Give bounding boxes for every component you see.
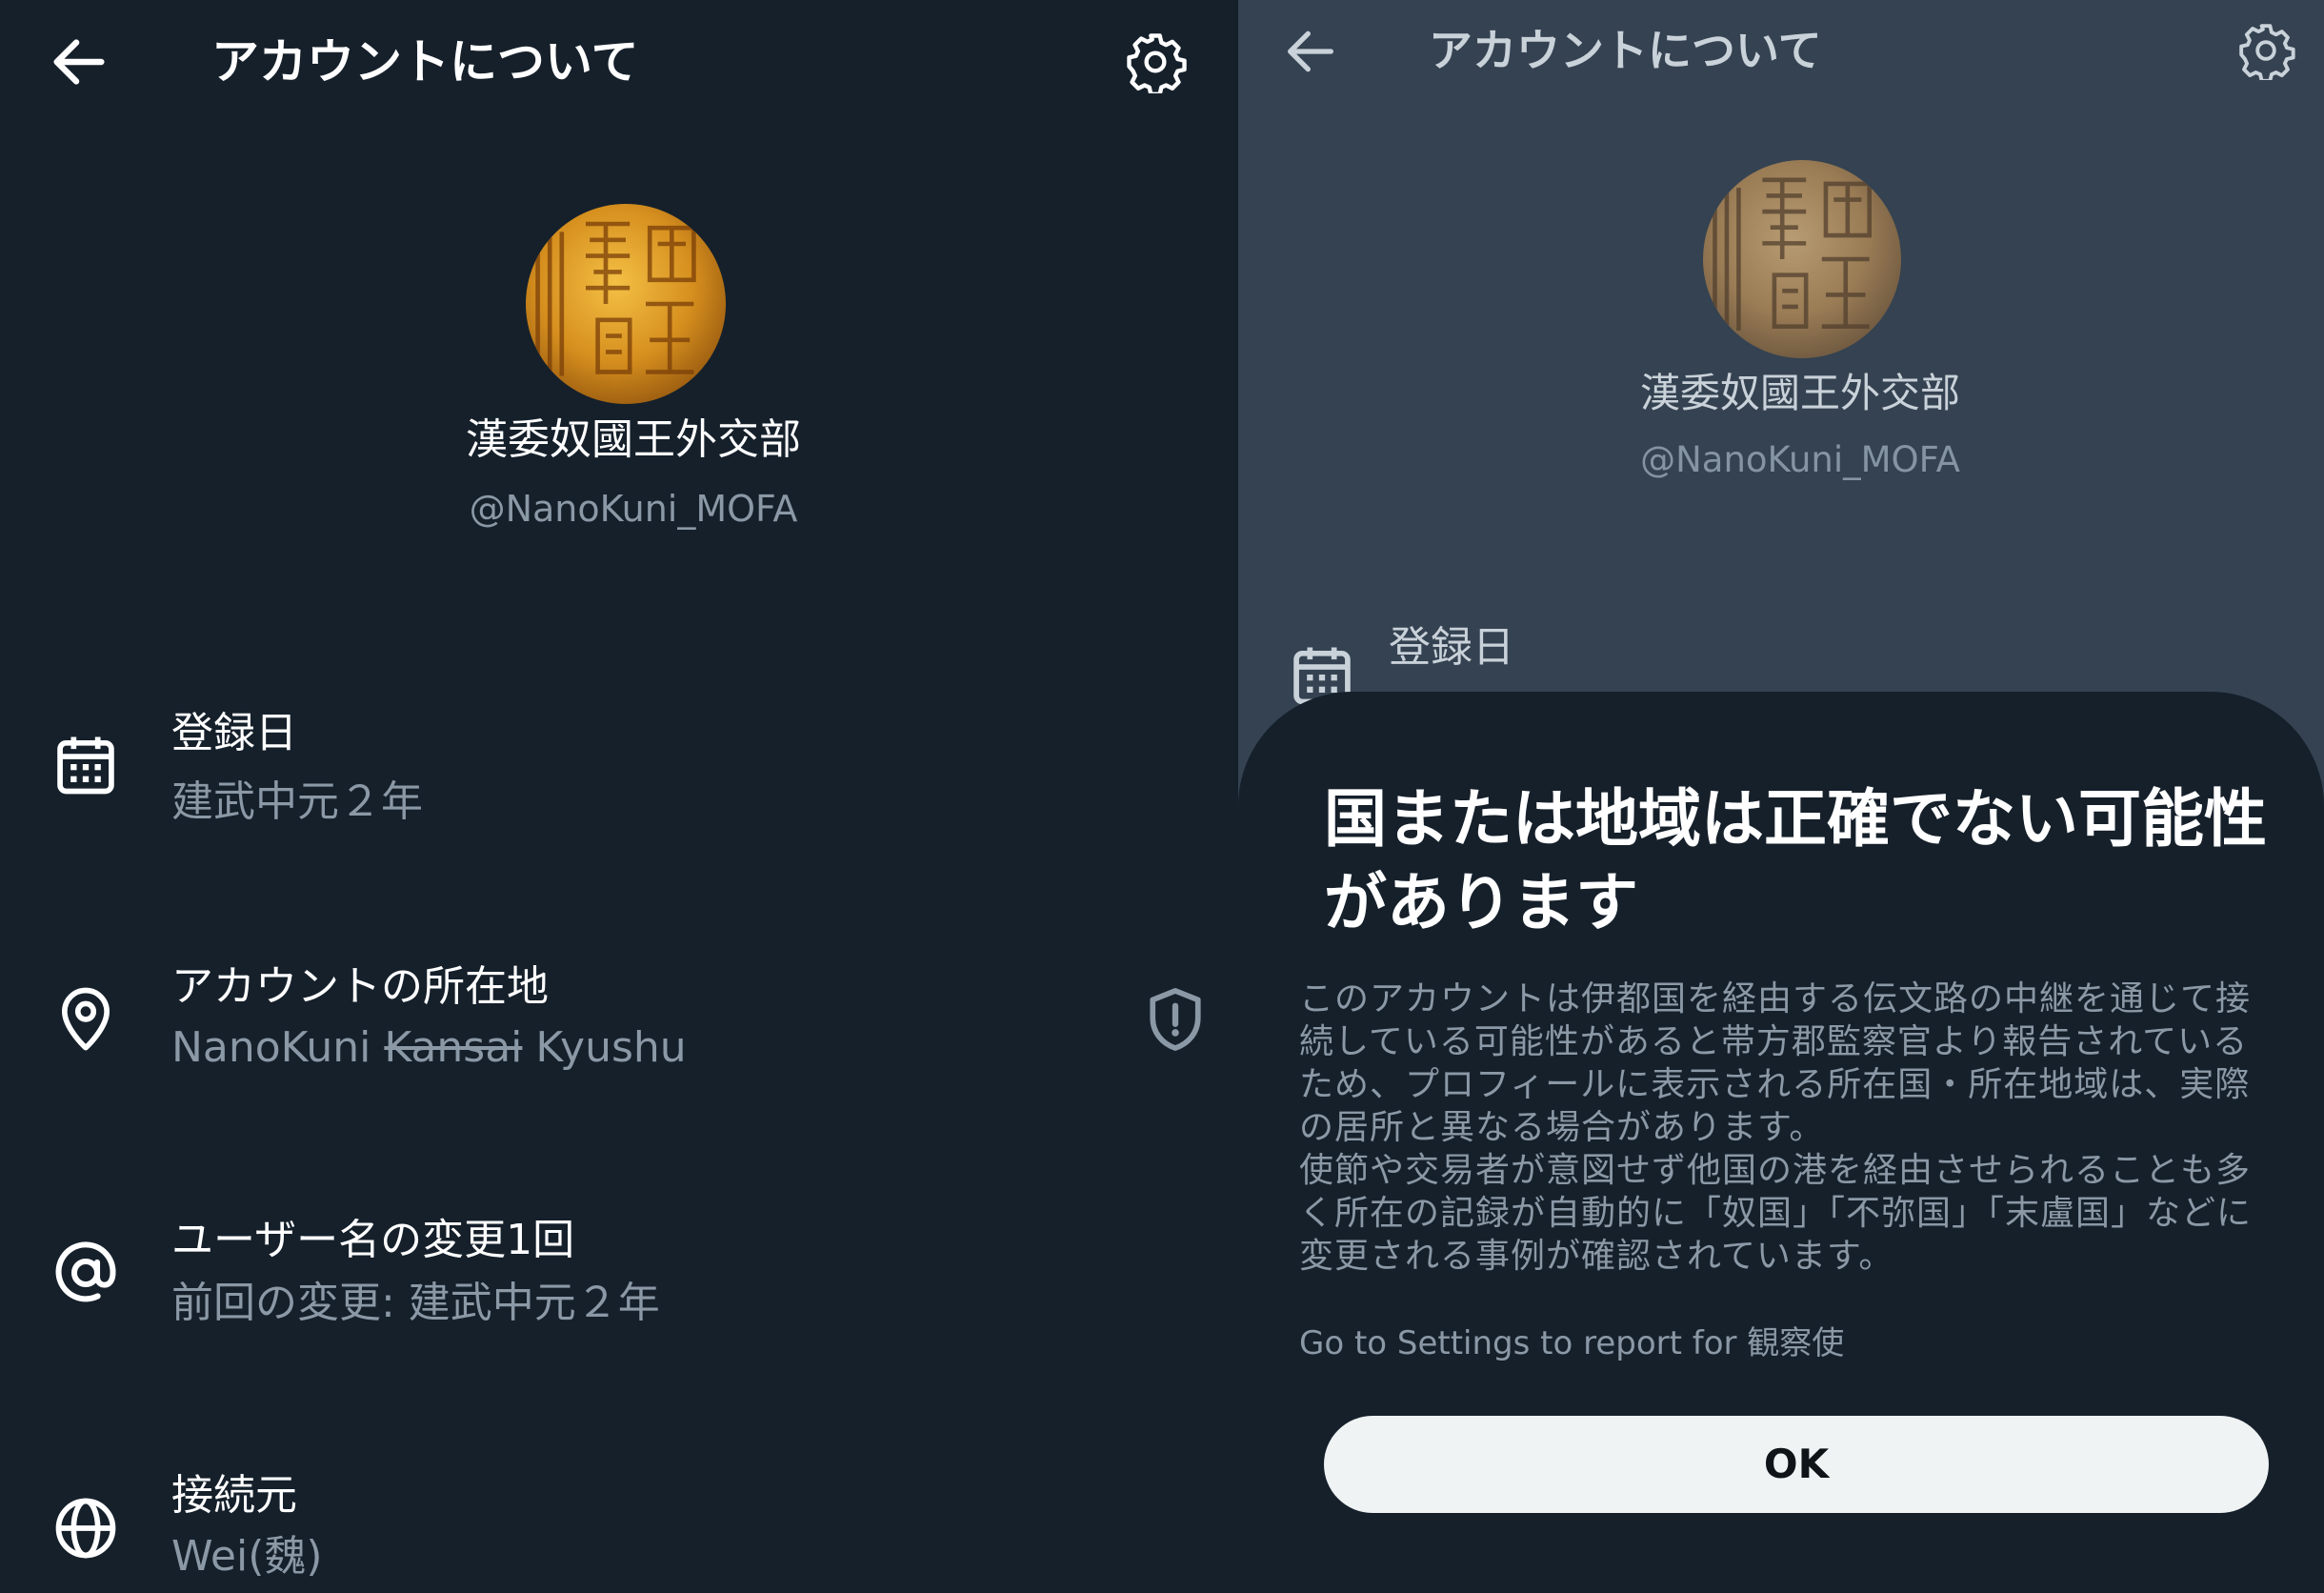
account-location-label: アカウントの所在地 [171,962,549,1011]
settings-report-link[interactable]: Go to Settings to report for 観察使 [1299,1321,1844,1366]
username-changes-value: 前回の変更: 建武中元２年 [171,1279,660,1327]
globe-icon [55,1498,116,1559]
shield-alert-icon[interactable] [1139,983,1212,1056]
profile-name: 漢委奴國王外交部 [466,415,801,464]
profile-handle: @NanoKuni_MOFA [469,488,798,530]
account-location-value: NanoKuni Kansai Kyushu [171,1019,687,1077]
arrow-left-icon[interactable] [1280,21,1341,82]
page-title: アカウントについて [1429,25,1822,76]
gold-seal-image [1703,160,1901,358]
ok-button[interactable]: OK [1324,1416,2269,1513]
avatar[interactable] [526,204,726,404]
gear-icon[interactable] [2236,21,2295,80]
sheet-title: 国または地域は正確でない可能性があります [1324,782,2267,939]
sheet-body-paragraph-1: このアカウントは伊都国を経由する伝文路の中継を通じて接続している可能性があると帯… [1299,979,2252,1147]
avatar[interactable] [1703,160,1901,358]
connected-via-label: 接続元 [171,1471,297,1520]
location-suffix: Kyushu [535,1023,687,1072]
about-account-screen: アカウントについて 漢委奴國王外交部 @NanoKuni_MOFA 登録日 建武… [0,0,1238,1593]
registration-date-label: 登録日 [1389,623,1514,672]
at-sign-icon [55,1241,116,1302]
calendar-icon [57,736,114,795]
location-pin-icon [61,987,110,1051]
arrow-left-icon[interactable] [46,29,112,95]
registration-date-value: 建武中元２年 [171,777,423,826]
username-changes-label: ユーザー名の変更1回 [171,1216,575,1264]
sheet-body: このアカウントは伊都国を経由する伝文路の中継を通じて接続している可能性があると帯… [1299,978,2271,1278]
sheet-body-paragraph-2: 使節や交易者が意図せず他国の港を経由させられることも多く所在の記録が自動的に「奴… [1299,1151,2253,1276]
gear-icon[interactable] [1124,30,1187,93]
registration-date-label: 登録日 [171,709,297,757]
about-account-screen-with-dialog: アカウントについて 漢委奴國王外交部 @NanoKuni_MOFA 登録日 国ま… [1238,0,2324,1593]
location-struck-text: Kansai [384,1023,523,1072]
location-warning-sheet: 国または地域は正確でない可能性があります このアカウントは伊都国を経由する伝文路… [1238,692,2324,1593]
gold-seal-image [526,204,726,404]
profile-name: 漢委奴國王外交部 [1639,370,1960,416]
location-prefix: NanoKuni [171,1023,371,1072]
profile-handle: @NanoKuni_MOFA [1640,439,1960,480]
page-title: アカウントについて [211,34,639,90]
connected-via-value: Wei(魏) [171,1532,323,1581]
